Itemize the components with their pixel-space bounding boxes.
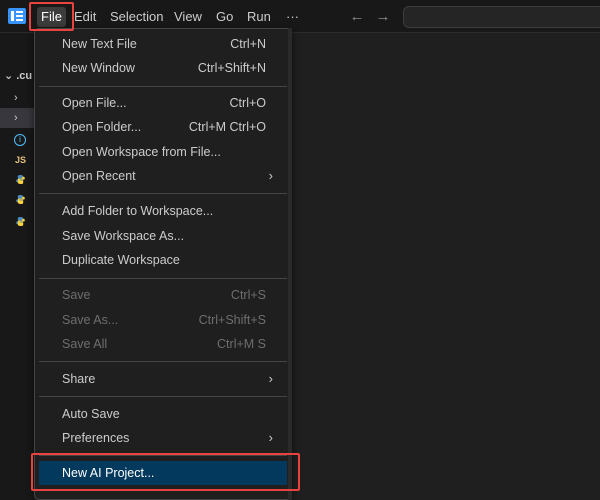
menu-item-auto-save[interactable]: Auto Save xyxy=(39,402,287,426)
menu-item-share[interactable]: Share › xyxy=(39,367,287,391)
menu-item-open-folder[interactable]: Open Folder... Ctrl+M Ctrl+O xyxy=(39,115,287,139)
command-center-search[interactable] xyxy=(403,6,600,28)
menu-item-new-text-file[interactable]: New Text File Ctrl+N xyxy=(39,32,287,56)
menu-item-save: Save Ctrl+S xyxy=(62,288,266,302)
menu-separator xyxy=(39,278,287,279)
menu-separator xyxy=(39,361,287,362)
python-file-icon xyxy=(16,175,25,184)
tree-row[interactable] xyxy=(0,212,34,232)
js-file-icon: JS xyxy=(15,155,27,165)
chevron-right-icon: › xyxy=(268,371,273,386)
menu-separator xyxy=(39,396,287,397)
menu-separator xyxy=(39,193,287,194)
file-menu-dropdown: New Text File Ctrl+N New Window Ctrl+Shi… xyxy=(34,28,292,500)
menu-separator xyxy=(39,86,287,87)
chevron-right-icon: › xyxy=(14,92,18,104)
menu-edit[interactable]: Edit xyxy=(70,7,100,27)
menu-file[interactable]: File xyxy=(37,7,66,27)
app-logo-icon xyxy=(8,8,26,24)
python-file-icon xyxy=(16,195,25,204)
menu-item-new-ai-project[interactable]: New AI Project... xyxy=(39,461,287,485)
menu-selection[interactable]: Selection xyxy=(106,7,167,27)
arrow-left-icon[interactable]: ← xyxy=(348,8,366,26)
tree-row[interactable]: i xyxy=(0,130,34,150)
menu-item-open-workspace-from-file[interactable]: Open Workspace from File... xyxy=(39,140,287,164)
menu-item-duplicate-workspace[interactable]: Duplicate Workspace xyxy=(39,248,287,272)
menu-item-preferences[interactable]: Preferences › xyxy=(39,426,287,450)
menu-run[interactable]: Run xyxy=(243,7,275,27)
menu-view[interactable]: View xyxy=(170,7,206,27)
explorer-folder-name: .cu xyxy=(16,70,33,82)
chevron-right-icon: › xyxy=(14,112,18,124)
chevron-right-icon: › xyxy=(268,168,273,183)
tree-row[interactable]: › xyxy=(0,88,34,108)
explorer-folder-header[interactable]: ⌄ .cu xyxy=(4,68,32,84)
arrow-right-icon[interactable]: → xyxy=(374,8,392,26)
python-file-icon xyxy=(16,217,25,226)
tree-row[interactable]: › xyxy=(0,108,34,128)
menu-item-open-recent[interactable]: Open Recent › xyxy=(39,164,287,188)
menu-more[interactable]: ··· xyxy=(282,7,303,27)
menu-separator xyxy=(39,455,287,456)
menu-go[interactable]: Go xyxy=(212,7,237,27)
menu-item-add-folder-to-workspace[interactable]: Add Folder to Workspace... xyxy=(39,199,287,223)
tree-row[interactable] xyxy=(0,190,34,210)
chevron-down-icon: ⌄ xyxy=(4,70,14,82)
tree-row[interactable] xyxy=(0,170,34,190)
menu-item-new-window[interactable]: New Window Ctrl+Shift+N xyxy=(39,56,287,80)
chevron-right-icon: › xyxy=(268,430,273,445)
menu-item-save-workspace-as[interactable]: Save Workspace As... xyxy=(39,224,287,248)
menu-scrollbar[interactable] xyxy=(288,28,292,500)
menu-item-save-as: Save As... Ctrl+Shift+S xyxy=(62,313,266,327)
explorer-sidebar: ⌄ .cu › › i JS xyxy=(0,33,34,500)
menu-item-open-file[interactable]: Open File... Ctrl+O xyxy=(39,91,287,115)
info-icon: i xyxy=(14,134,26,146)
menu-item-save-all: Save All Ctrl+M S xyxy=(62,337,266,351)
tree-row[interactable]: JS xyxy=(0,150,34,170)
